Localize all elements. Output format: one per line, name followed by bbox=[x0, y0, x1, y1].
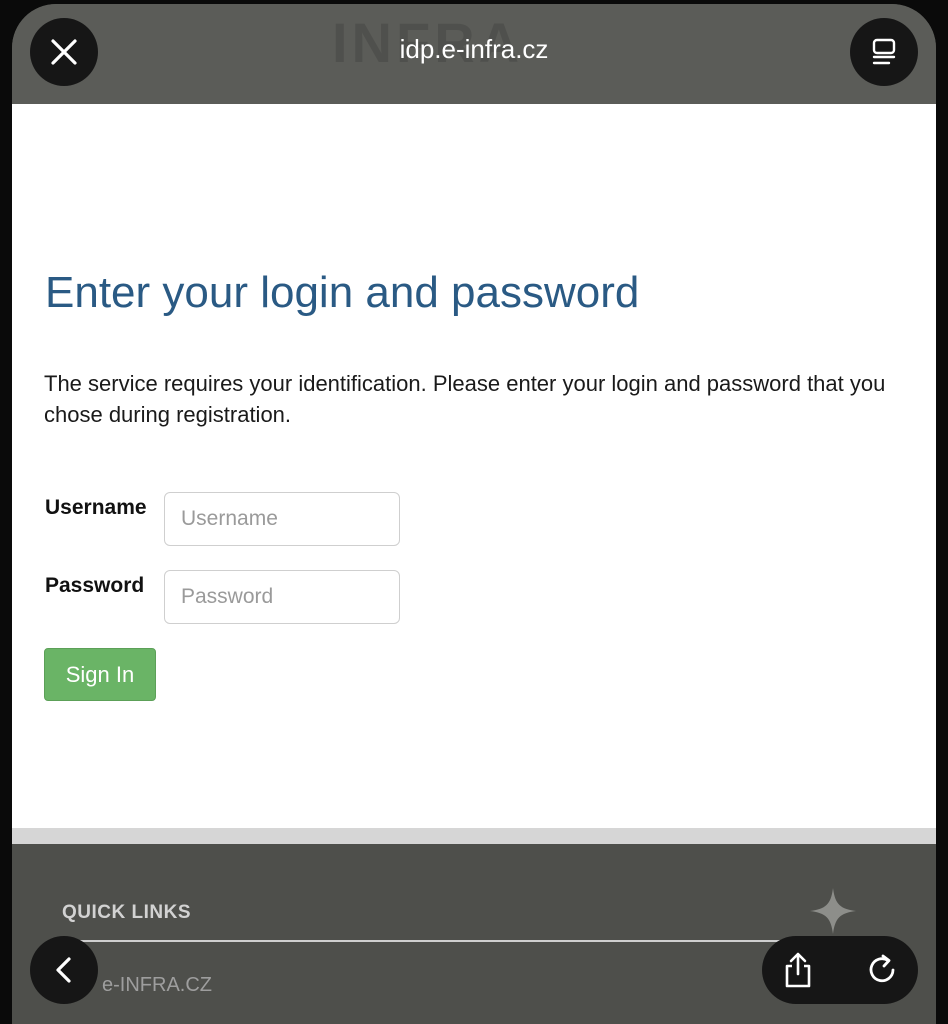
password-label: Password bbox=[45, 574, 145, 597]
password-input[interactable] bbox=[164, 570, 400, 624]
reload-icon bbox=[869, 954, 895, 983]
reader-mode-button[interactable] bbox=[850, 18, 918, 86]
browser-actions-pill bbox=[762, 936, 918, 1004]
sign-in-button[interactable]: Sign In bbox=[44, 648, 156, 701]
intro-text: The service requires your identification… bbox=[44, 371, 886, 427]
url-label[interactable]: idp.e-infra.cz bbox=[12, 34, 936, 65]
reader-mode-icon bbox=[872, 38, 896, 65]
page-divider bbox=[12, 828, 936, 844]
browser-sheet: INFRA idp.e-infra.cz Enter your login an… bbox=[12, 4, 936, 1024]
quick-links-title: QUICK LINKS bbox=[62, 902, 191, 923]
reload-button[interactable] bbox=[862, 950, 902, 990]
back-button[interactable] bbox=[30, 936, 98, 1004]
footer-divider bbox=[62, 940, 782, 942]
close-button[interactable] bbox=[30, 18, 98, 86]
share-button[interactable] bbox=[778, 950, 818, 990]
share-icon bbox=[785, 952, 811, 988]
sparkle-icon bbox=[810, 888, 856, 934]
username-input[interactable] bbox=[164, 492, 400, 546]
page-title: Enter your login and password bbox=[45, 268, 640, 317]
username-label: Username bbox=[45, 496, 147, 519]
footer-link-e-infra[interactable]: e-INFRA.CZ bbox=[102, 974, 212, 997]
close-icon bbox=[51, 39, 77, 65]
chevron-left-icon bbox=[56, 957, 71, 983]
browser-top-bar: INFRA idp.e-infra.cz bbox=[12, 4, 936, 104]
phone-frame: INFRA idp.e-infra.cz Enter your login an… bbox=[0, 0, 948, 1024]
login-page: Enter your login and password The servic… bbox=[12, 104, 936, 828]
